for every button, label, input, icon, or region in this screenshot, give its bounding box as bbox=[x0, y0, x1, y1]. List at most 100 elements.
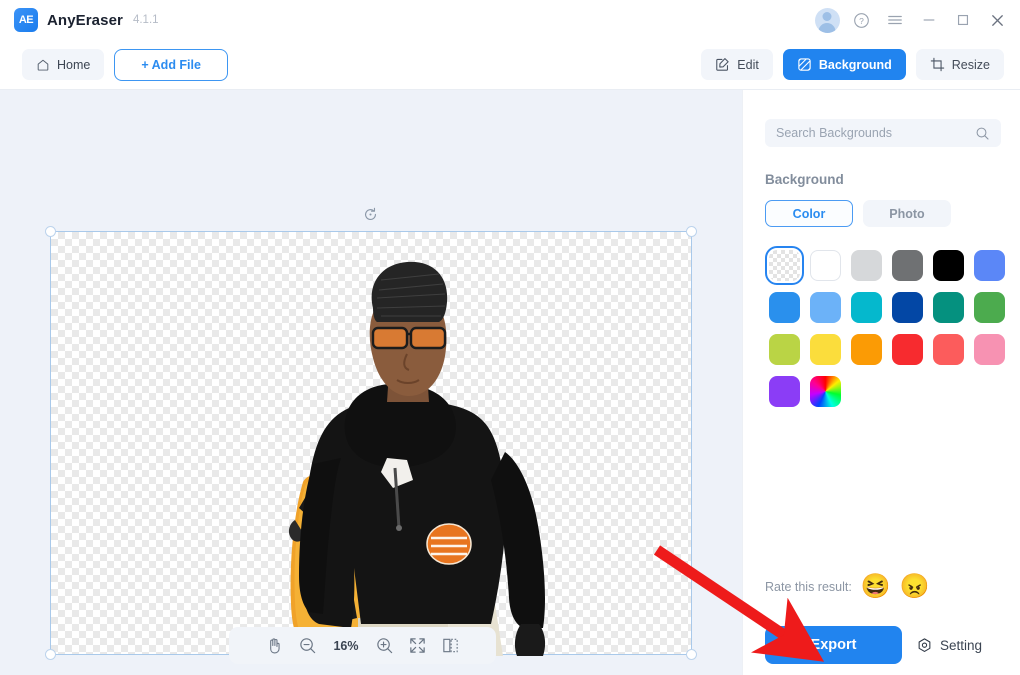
swatch-cell bbox=[929, 329, 968, 369]
swatch-cell bbox=[970, 329, 1009, 369]
subject-image bbox=[253, 261, 546, 656]
color-swatch-navy[interactable] bbox=[892, 291, 923, 323]
swatch-cell bbox=[847, 287, 886, 327]
window-controls: ? bbox=[810, 3, 1020, 37]
search-icon[interactable] bbox=[975, 126, 990, 141]
color-swatch-teal[interactable] bbox=[933, 291, 964, 323]
compare-view-button[interactable] bbox=[441, 636, 460, 655]
canvas-handle-top-right[interactable] bbox=[686, 226, 697, 237]
setting-button[interactable]: Setting bbox=[916, 637, 982, 654]
help-button[interactable]: ? bbox=[844, 3, 878, 37]
add-file-label: + Add File bbox=[141, 57, 201, 72]
export-button[interactable]: Export bbox=[765, 626, 902, 664]
home-icon bbox=[36, 58, 50, 72]
rate-happy-button[interactable]: 😆 bbox=[861, 575, 891, 599]
search-input[interactable] bbox=[776, 126, 975, 140]
reset-view-button[interactable] bbox=[362, 206, 379, 223]
add-file-button[interactable]: + Add File bbox=[114, 48, 228, 81]
zoom-toolbar: 16% bbox=[229, 627, 496, 664]
title-bar: AE AnyEraser 4.1.1 ? bbox=[0, 0, 1020, 40]
swatch-cell bbox=[806, 287, 845, 327]
chest-logo bbox=[426, 523, 472, 565]
tab-photo-label: Photo bbox=[889, 206, 925, 221]
tab-resize[interactable]: Resize bbox=[915, 49, 1004, 80]
maximize-button[interactable] bbox=[946, 3, 980, 37]
fit-screen-icon bbox=[410, 638, 425, 653]
image-canvas[interactable] bbox=[45, 226, 697, 660]
rate-angry-button[interactable]: 😠 bbox=[900, 575, 930, 599]
search-backgrounds-box[interactable] bbox=[765, 119, 1001, 147]
hand-icon bbox=[270, 638, 280, 654]
home-label: Home bbox=[57, 57, 91, 72]
color-swatch-orange[interactable] bbox=[851, 333, 882, 365]
color-swatch-yellow[interactable] bbox=[810, 333, 841, 365]
swatch-cell bbox=[765, 287, 804, 327]
color-swatch-red[interactable] bbox=[892, 333, 923, 365]
swatch-cell bbox=[970, 287, 1009, 327]
reset-icon bbox=[365, 207, 376, 220]
canvas-handle-top-left[interactable] bbox=[45, 226, 56, 237]
tab-background[interactable]: Background bbox=[782, 49, 906, 80]
color-swatch-purple[interactable] bbox=[769, 375, 800, 407]
swatch-cell bbox=[806, 245, 845, 285]
rate-label: Rate this result: bbox=[765, 580, 852, 594]
color-swatch-white[interactable] bbox=[810, 249, 841, 281]
close-button[interactable] bbox=[980, 3, 1014, 37]
pan-tool-button[interactable] bbox=[265, 636, 284, 655]
export-label: Export bbox=[810, 637, 857, 653]
fit-screen-button[interactable] bbox=[408, 636, 427, 655]
color-swatch-dark-gray[interactable] bbox=[892, 249, 923, 281]
canvas-handle-bottom-right[interactable] bbox=[686, 649, 697, 660]
tab-color[interactable]: Color bbox=[765, 200, 853, 227]
rate-result-row: Rate this result: 😆 😠 bbox=[765, 575, 1001, 599]
account-button[interactable] bbox=[810, 3, 844, 37]
app-logo-text: AE bbox=[18, 14, 34, 26]
zoom-in-button[interactable] bbox=[375, 636, 394, 655]
zoom-level: 16% bbox=[333, 638, 359, 653]
svg-text:?: ? bbox=[859, 15, 864, 25]
color-swatch-light-gray[interactable] bbox=[851, 249, 882, 281]
background-icon bbox=[797, 57, 812, 72]
color-swatch-coral[interactable] bbox=[933, 333, 964, 365]
close-icon bbox=[991, 14, 1003, 26]
background-type-tabs: Color Photo bbox=[765, 200, 951, 227]
panel-heading: Background bbox=[765, 172, 844, 187]
app-version: 4.1.1 bbox=[132, 14, 159, 26]
tab-color-label: Color bbox=[792, 206, 826, 221]
swatch-cell bbox=[929, 245, 968, 285]
color-swatch-rainbow-picker[interactable] bbox=[810, 375, 841, 407]
color-swatch-transparent[interactable] bbox=[765, 245, 804, 285]
color-swatch-cyan[interactable] bbox=[851, 291, 882, 323]
color-swatch-sky-blue[interactable] bbox=[810, 291, 841, 323]
color-swatch-black[interactable] bbox=[933, 249, 964, 281]
tab-background-label: Background bbox=[818, 57, 892, 72]
color-swatch-blue[interactable] bbox=[769, 291, 800, 323]
swatch-cell bbox=[765, 371, 804, 411]
swatch-cell bbox=[847, 329, 886, 369]
zoom-out-button[interactable] bbox=[298, 636, 317, 655]
home-button[interactable]: Home bbox=[22, 49, 105, 80]
app-title: AnyEraser bbox=[47, 11, 123, 29]
swatch-cell bbox=[888, 245, 927, 285]
tab-edit-label: Edit bbox=[737, 57, 759, 72]
help-icon: ? bbox=[853, 12, 869, 28]
canvas-area[interactable] bbox=[0, 90, 742, 675]
swatch-cell bbox=[765, 329, 804, 369]
color-swatch-lime[interactable] bbox=[769, 333, 800, 365]
swatch-cell bbox=[806, 329, 845, 369]
background-panel: Background Color Photo Rate this result:… bbox=[742, 90, 1020, 675]
app-window: AE AnyEraser 4.1.1 ? Home + Add File Edi… bbox=[0, 0, 1020, 675]
jacket-shape bbox=[299, 383, 546, 656]
color-swatch-pink[interactable] bbox=[974, 333, 1005, 365]
swatch-cell bbox=[970, 245, 1009, 285]
menu-icon bbox=[888, 15, 902, 25]
menu-button[interactable] bbox=[878, 3, 912, 37]
color-swatch-green[interactable] bbox=[974, 291, 1005, 323]
maximize-icon bbox=[957, 14, 969, 26]
edit-icon bbox=[715, 57, 730, 72]
tab-edit[interactable]: Edit bbox=[701, 49, 773, 80]
canvas-handle-bottom-left[interactable] bbox=[45, 649, 56, 660]
minimize-button[interactable] bbox=[912, 3, 946, 37]
color-swatch-royal-blue[interactable] bbox=[974, 249, 1005, 281]
tab-photo[interactable]: Photo bbox=[863, 200, 951, 227]
